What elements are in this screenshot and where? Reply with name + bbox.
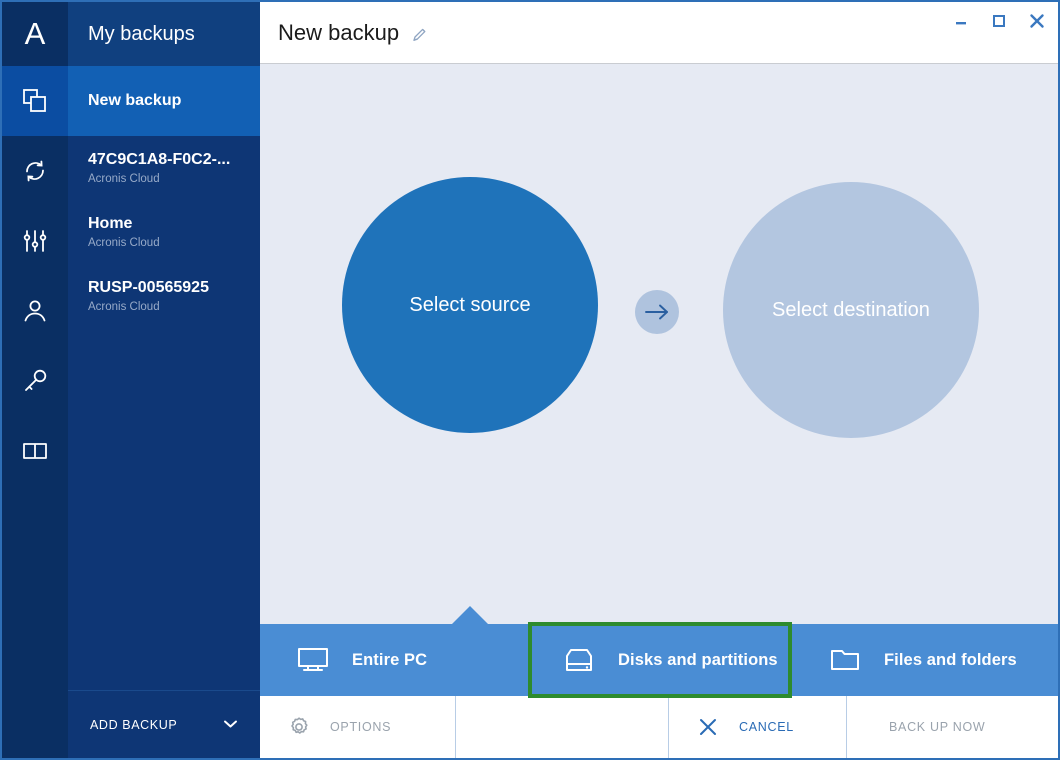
icon-rail: A (2, 2, 68, 758)
chevron-down-icon (223, 717, 238, 732)
tile-label: Disks and partitions (618, 650, 778, 669)
tile-label: Files and folders (884, 650, 1017, 669)
rail-item-key[interactable] (2, 346, 68, 416)
backup-item-subtitle: Acronis Cloud (88, 172, 160, 185)
backup-item-subtitle: Acronis Cloud (88, 236, 160, 249)
source-type-tilebar: Entire PC Disks and partitions Files and… (260, 624, 1058, 696)
add-backup-label: ADD BACKUP (90, 717, 178, 732)
cancel-button[interactable]: CANCEL (669, 696, 847, 758)
key-icon (20, 366, 50, 396)
arrow-right-icon (635, 290, 679, 334)
rail-item-book[interactable] (2, 416, 68, 486)
book-icon (20, 436, 50, 466)
bottom-toolbar: OPTIONS CANCEL BACK UP NOW (260, 696, 1058, 758)
backup-item-title: RUSP-00565925 (88, 278, 209, 296)
backup-item-title: Home (88, 214, 133, 232)
maximize-icon[interactable] (988, 10, 1010, 32)
backups-sidebar: My backups New backup 47C9C1A8-F0C2-... … (68, 2, 260, 758)
application-window: A My backups New backup 47C9C1A8-F0C2-..… (0, 0, 1060, 760)
backup-item-title: 47C9C1A8-F0C2-... (88, 150, 231, 168)
backup-item-47c9c1a8[interactable]: 47C9C1A8-F0C2-... Acronis Cloud (68, 136, 260, 200)
window-controls (950, 10, 1048, 32)
sidebar-header-label: My backups (88, 22, 195, 45)
minimize-icon[interactable] (950, 10, 972, 32)
account-person-icon (20, 296, 50, 326)
backup-item-title: New backup (88, 92, 182, 109)
backup-item-subtitle: Acronis Cloud (88, 300, 160, 313)
toolbar-spacer (456, 696, 669, 758)
backup-item-new-backup[interactable]: New backup (68, 66, 260, 136)
hard-disk-icon (562, 646, 596, 674)
select-destination-circle[interactable]: Select destination (723, 182, 979, 438)
tile-files-and-folders[interactable]: Files and folders (792, 624, 1058, 696)
backup-list: New backup 47C9C1A8-F0C2-... Acronis Clo… (68, 66, 260, 328)
tile-pointer-caret (452, 606, 488, 624)
back-up-now-button[interactable]: BACK UP NOW (847, 696, 1058, 758)
title-bar: New backup (260, 2, 1058, 64)
monitor-icon (296, 646, 330, 674)
select-destination-label: Select destination (772, 298, 930, 321)
cancel-label: CANCEL (739, 720, 794, 734)
acronis-logo-letter: A (24, 15, 46, 51)
rail-item-sync[interactable] (2, 136, 68, 206)
close-icon[interactable] (1026, 10, 1048, 32)
close-x-icon (695, 715, 721, 739)
page-title: New backup (278, 19, 400, 45)
tools-sliders-icon (20, 226, 50, 256)
tile-disks-and-partitions[interactable]: Disks and partitions (526, 624, 792, 696)
folder-icon (828, 646, 862, 674)
backup-canvas: Select source Select destination (260, 64, 1058, 624)
app-logo: A (2, 2, 68, 66)
select-source-label: Select source (409, 293, 531, 316)
pencil-edit-icon[interactable] (411, 26, 429, 44)
rail-item-tools[interactable] (2, 206, 68, 276)
sync-circular-arrows-icon (20, 156, 50, 186)
sidebar-header: My backups (68, 2, 260, 66)
tile-entire-pc[interactable]: Entire PC (260, 624, 526, 696)
backup-item-rusp-00565925[interactable]: RUSP-00565925 Acronis Cloud (68, 264, 260, 328)
options-button[interactable]: OPTIONS (260, 696, 456, 758)
backup-item-home[interactable]: Home Acronis Cloud (68, 200, 260, 264)
gear-icon (286, 715, 312, 739)
add-backup-button[interactable]: ADD BACKUP (68, 690, 260, 758)
rail-item-account[interactable] (2, 276, 68, 346)
select-source-circle[interactable]: Select source (342, 177, 598, 433)
backup-stacked-squares-icon (20, 86, 50, 116)
options-label: OPTIONS (330, 720, 392, 734)
tile-label: Entire PC (352, 650, 428, 669)
back-up-now-label: BACK UP NOW (889, 720, 986, 734)
rail-item-backup[interactable] (2, 66, 68, 136)
